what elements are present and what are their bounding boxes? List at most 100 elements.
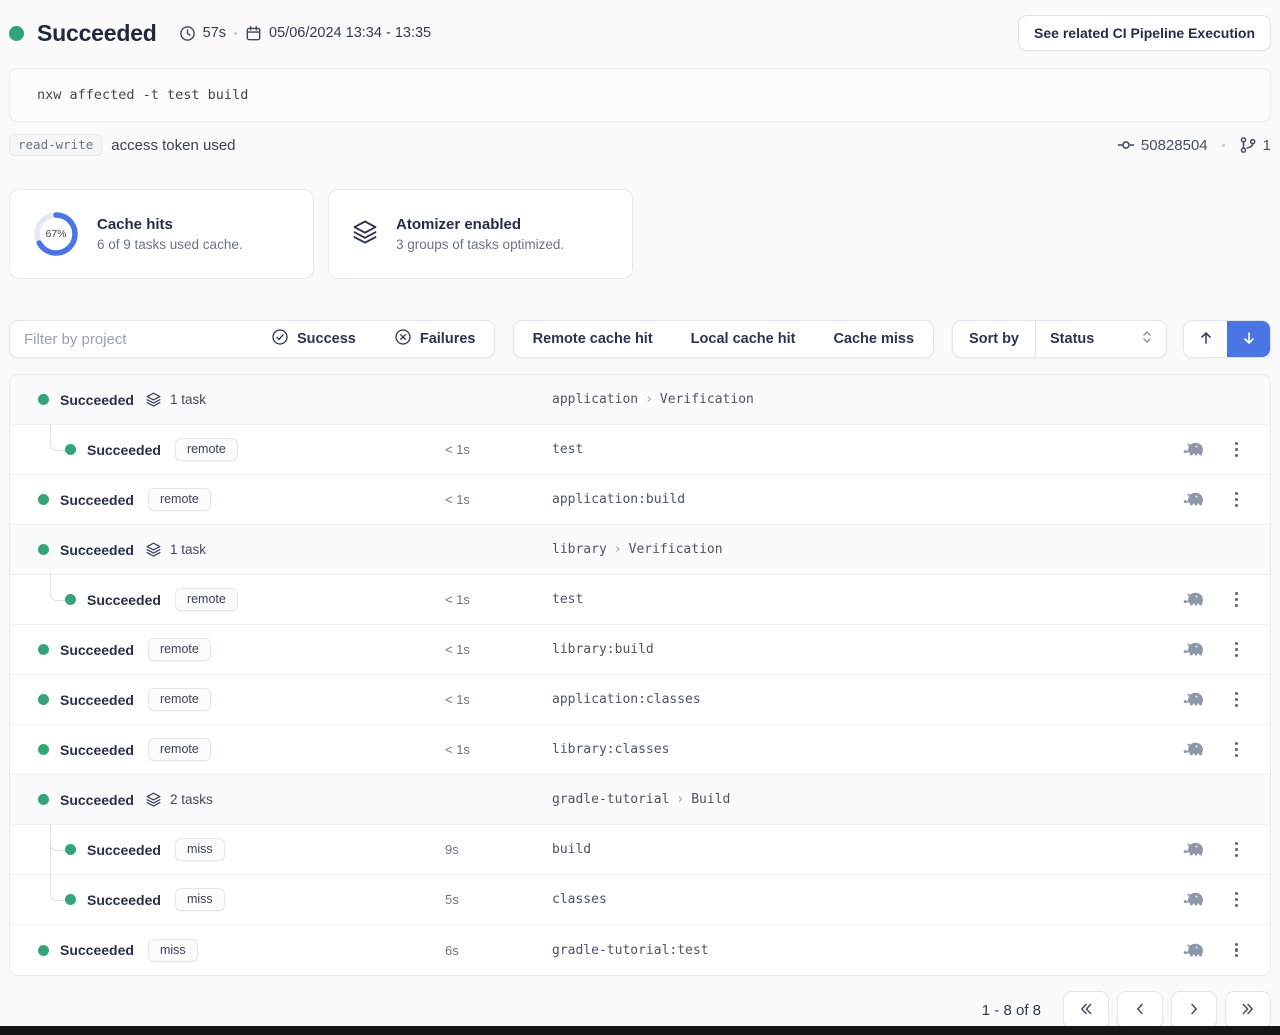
branch-icon: [1239, 136, 1257, 154]
run-detail-page: Succeeded 57s 05/06/2024 13:34 - 13:35 S…: [0, 0, 1280, 1029]
task-count-label: 2 tasks: [170, 792, 213, 807]
task-row[interactable]: Succeeded remote < 1s library:classes: [10, 725, 1270, 775]
chevron-left-icon: [1132, 1001, 1148, 1020]
gradle-scan-button[interactable]: [1180, 488, 1207, 511]
tree-connector-elbow: [50, 824, 65, 851]
failures-filter-button[interactable]: Failures: [375, 321, 495, 357]
cache-status-badge: miss: [175, 838, 225, 861]
task-row[interactable]: Succeeded remote < 1s application:build: [10, 475, 1270, 525]
breadcrumb-separator: ›: [638, 392, 660, 407]
target-name: Verification: [629, 542, 723, 557]
task-row[interactable]: Succeeded remote < 1s test: [10, 575, 1270, 625]
cache-miss-button[interactable]: Cache miss: [814, 321, 933, 357]
cache-filter-group: Remote cache hit Local cache hit Cache m…: [513, 320, 934, 358]
row-menu-button[interactable]: [1233, 590, 1240, 609]
kebab-menu-icon: [1235, 642, 1238, 657]
task-row[interactable]: Succeeded miss 5s classes: [10, 875, 1270, 925]
first-page-button[interactable]: [1063, 991, 1109, 1029]
task-group-row[interactable]: Succeeded 2 tasks gradle-tutorial›Build: [10, 775, 1270, 825]
run-duration: 57s: [179, 25, 226, 42]
status-dot: [38, 394, 49, 405]
project-name: gradle-tutorial: [552, 792, 669, 807]
cache-hits-subtitle: 6 of 9 tasks used cache.: [97, 237, 243, 252]
gradle-elephant-icon: [1182, 640, 1205, 659]
project-breadcrumb: application›Verification: [552, 392, 1160, 407]
pagination: 1 - 8 of 8: [9, 991, 1271, 1029]
task-group-row[interactable]: Succeeded 1 task application›Verificatio…: [10, 375, 1270, 425]
gradle-scan-button[interactable]: [1180, 738, 1207, 761]
target-name: Verification: [660, 392, 754, 407]
task-duration: 9s: [445, 842, 552, 857]
commit-hash[interactable]: 50828504: [1141, 137, 1208, 154]
access-token-label: access token used: [111, 137, 235, 154]
kebab-menu-icon: [1235, 692, 1238, 707]
local-cache-hit-button[interactable]: Local cache hit: [672, 321, 815, 357]
arrow-up-icon: [1198, 330, 1214, 349]
gradle-scan-button[interactable]: [1180, 838, 1207, 861]
row-menu-button[interactable]: [1233, 840, 1240, 859]
row-menu-button[interactable]: [1233, 740, 1240, 759]
atomizer-card: Atomizer enabled 3 groups of tasks optim…: [328, 189, 633, 279]
sort-select[interactable]: Status: [1035, 321, 1166, 357]
cache-status-badge: remote: [148, 488, 211, 511]
cache-status-badge: remote: [148, 688, 211, 711]
task-name: build: [552, 842, 1160, 857]
branch-count[interactable]: 1: [1263, 137, 1271, 154]
task-row[interactable]: Succeeded miss 9s build: [10, 825, 1270, 875]
task-group-row[interactable]: Succeeded 1 task library›Verification: [10, 525, 1270, 575]
row-status-label: Succeeded: [60, 792, 134, 808]
project-breadcrumb: gradle-tutorial›Build: [552, 792, 1160, 807]
cache-status-badge: remote: [175, 588, 238, 611]
row-status-label: Succeeded: [87, 442, 161, 458]
breadcrumb-separator: ›: [607, 542, 629, 557]
task-row[interactable]: Succeeded remote < 1s test: [10, 425, 1270, 475]
gradle-scan-button[interactable]: [1180, 438, 1207, 461]
chevron-right-icon: [1186, 1001, 1202, 1020]
row-menu-button[interactable]: [1233, 890, 1240, 909]
row-menu-button[interactable]: [1233, 490, 1240, 509]
row-status-label: Succeeded: [60, 942, 134, 958]
kebab-menu-icon: [1235, 492, 1238, 507]
project-name: library: [552, 542, 607, 557]
gradle-scan-button[interactable]: [1180, 588, 1207, 611]
cache-hits-progress-ring: 67%: [32, 210, 80, 258]
calendar-icon: [245, 25, 262, 42]
task-duration: 5s: [445, 892, 552, 907]
remote-cache-hit-button[interactable]: Remote cache hit: [514, 321, 672, 357]
task-row[interactable]: Succeeded miss 6s gradle-tutorial:test: [10, 925, 1270, 975]
atomizer-title: Atomizer enabled: [396, 216, 564, 233]
row-menu-button[interactable]: [1233, 941, 1240, 960]
last-page-button[interactable]: [1225, 991, 1271, 1029]
task-row[interactable]: Succeeded remote < 1s library:build: [10, 625, 1270, 675]
chevron-up-down-icon: [1140, 329, 1154, 349]
status-dot: [38, 945, 49, 956]
task-name: test: [552, 592, 1160, 607]
gradle-scan-button[interactable]: [1180, 888, 1207, 911]
project-filter-group: Success Failures: [9, 320, 495, 358]
success-filter-button[interactable]: Success: [252, 321, 375, 357]
token-row: read-write access token used 50828504 1: [9, 133, 1271, 157]
row-status-label: Succeeded: [60, 692, 134, 708]
next-page-button[interactable]: [1171, 991, 1217, 1029]
status-dot: [38, 644, 49, 655]
row-status-label: Succeeded: [60, 492, 134, 508]
row-menu-button[interactable]: [1233, 640, 1240, 659]
row-menu-button[interactable]: [1233, 440, 1240, 459]
see-related-ci-pipeline-button[interactable]: See related CI Pipeline Execution: [1018, 15, 1271, 51]
sort-ascending-button[interactable]: [1184, 321, 1227, 357]
status-dot: [65, 894, 76, 905]
row-status-label: Succeeded: [60, 742, 134, 758]
gradle-scan-button[interactable]: [1180, 688, 1207, 711]
task-list: Succeeded 1 task application›Verificatio…: [9, 374, 1271, 976]
gradle-elephant-icon: [1182, 490, 1205, 509]
row-menu-button[interactable]: [1233, 690, 1240, 709]
sort-descending-button[interactable]: [1227, 321, 1270, 357]
task-row[interactable]: Succeeded remote < 1s application:classe…: [10, 675, 1270, 725]
gradle-scan-button[interactable]: [1180, 638, 1207, 661]
task-duration: < 1s: [445, 492, 552, 507]
gradle-scan-button[interactable]: [1180, 939, 1207, 962]
previous-page-button[interactable]: [1117, 991, 1163, 1029]
task-duration: 6s: [445, 943, 552, 958]
gradle-elephant-icon: [1182, 740, 1205, 759]
filter-by-project-input[interactable]: [10, 321, 252, 357]
